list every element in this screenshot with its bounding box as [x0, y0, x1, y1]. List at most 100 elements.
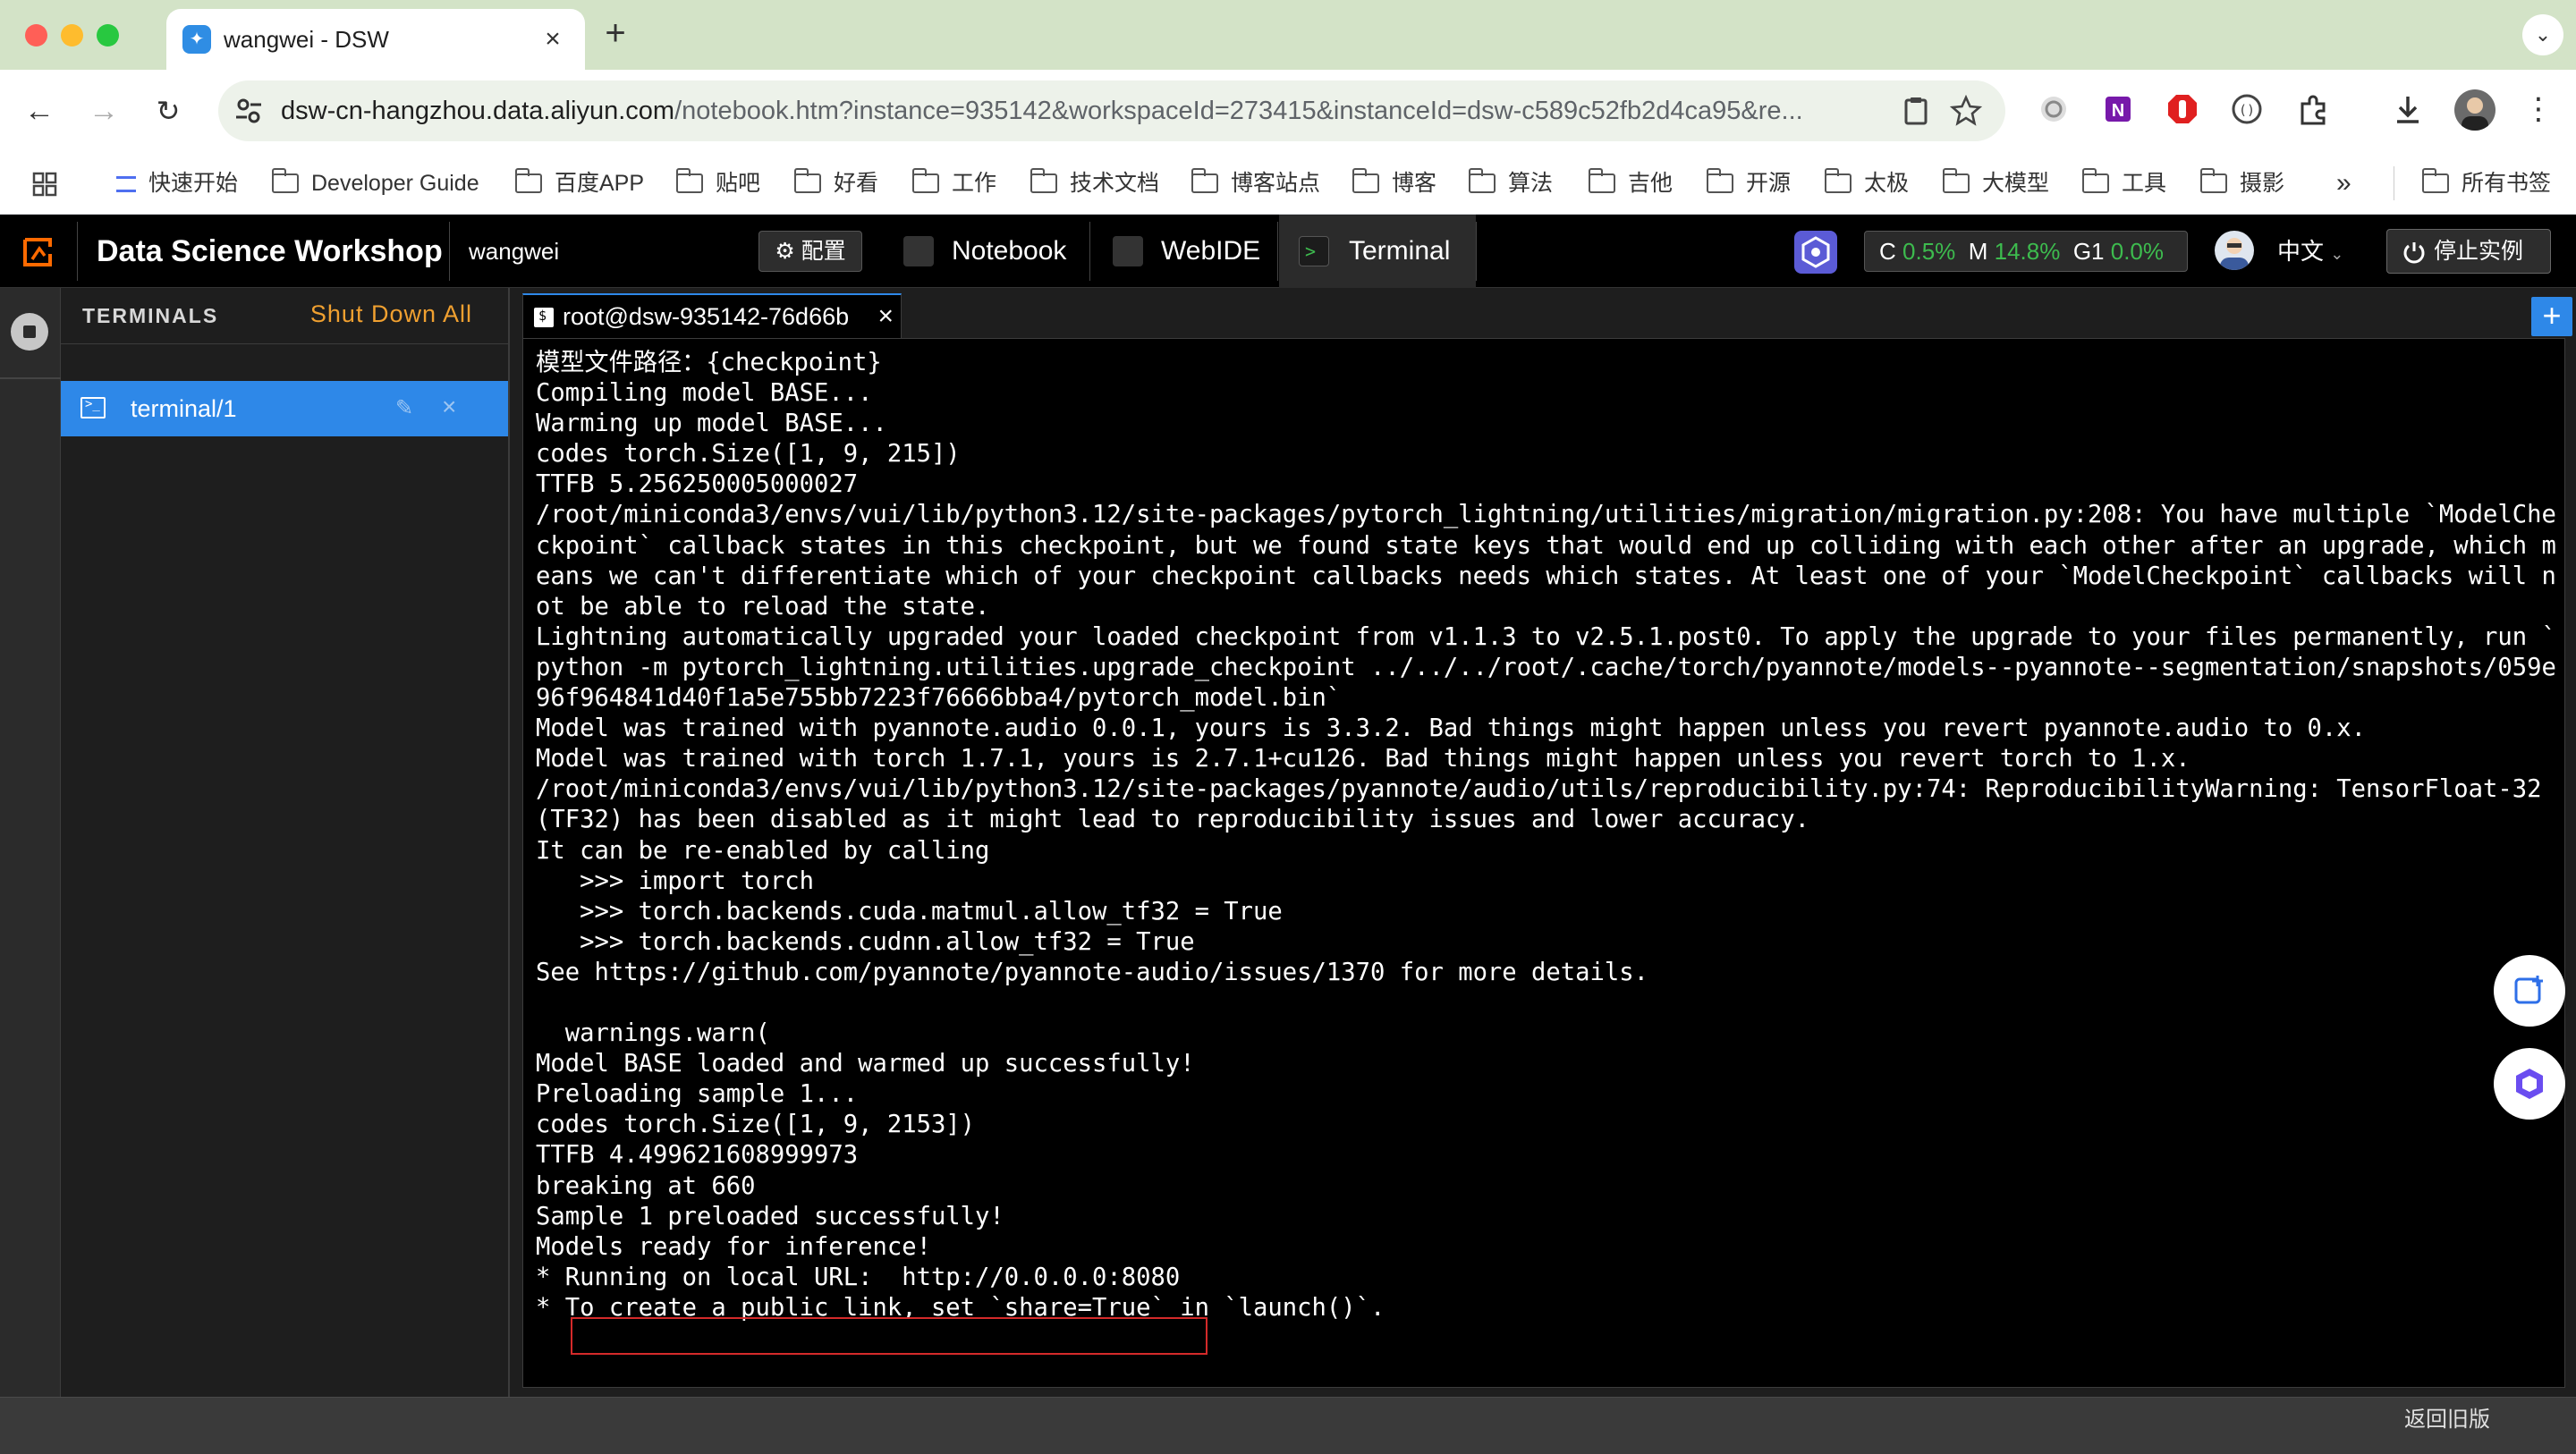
bookmark-folder[interactable]: 好看: [793, 152, 878, 215]
bookmark-folder[interactable]: 百度APP: [514, 152, 644, 215]
close-icon[interactable]: ×: [442, 394, 465, 419]
folder-icon: [514, 168, 542, 193]
folder-icon: [1468, 168, 1496, 193]
bookmark-folder[interactable]: 大模型: [1942, 152, 2049, 215]
terminal-output[interactable]: 模型文件路径：{checkpoint} Compiling model BASE…: [522, 338, 2565, 1388]
bookmark-folder[interactable]: 算法: [1468, 152, 1553, 215]
tab-webide[interactable]: WebIDE: [1091, 215, 1277, 288]
return-old-version-link[interactable]: 返回旧版: [2404, 1398, 2490, 1442]
resource-metrics[interactable]: C 0.5% M 14.8% G1 0.0%: [1864, 231, 2188, 272]
bookmark-folder[interactable]: 工具: [2081, 152, 2166, 215]
folder-icon: [793, 168, 821, 193]
activity-rail: [0, 288, 61, 1397]
bookmark-folder[interactable]: 摄影: [2199, 152, 2284, 215]
folder-icon: [1191, 168, 1218, 193]
header-divider: [1476, 222, 1477, 281]
window-minimize-button[interactable]: [61, 24, 83, 46]
more-bookmarks-chevron-icon[interactable]: »: [2336, 152, 2351, 215]
tab-search-button[interactable]: ⌄: [2522, 14, 2563, 55]
folder-icon: [271, 168, 299, 193]
site-settings-icon[interactable]: [231, 93, 267, 129]
url-text: dsw-cn-hangzhou.data.aliyun.com/notebook…: [281, 97, 1803, 125]
terminal-icon: >: [1299, 236, 1329, 266]
bookmark-folder[interactable]: 博客: [1352, 152, 1436, 215]
folder-icon: [1942, 168, 1970, 193]
close-icon[interactable]: ×: [877, 295, 894, 338]
ai-assistant-button[interactable]: [2494, 1048, 2565, 1120]
gear-icon: ⚙: [775, 239, 801, 264]
new-tab-button[interactable]: +: [597, 15, 633, 52]
bookmark-folder[interactable]: 太极: [1824, 152, 1909, 215]
webide-icon: [1113, 236, 1143, 266]
stop-instance-button[interactable]: 停止实例: [2386, 229, 2551, 274]
header-divider: [1089, 222, 1090, 281]
running-terminals-icon[interactable]: [11, 313, 48, 351]
address-bar[interactable]: dsw-cn-hangzhou.data.aliyun.com/notebook…: [218, 80, 2005, 141]
forward-button[interactable]: →: [82, 89, 125, 132]
terminal-workspace: root@dsw-935142-76d66b × + 模型文件路径：{check…: [512, 288, 2576, 1397]
onenote-extension-icon[interactable]: N: [2100, 91, 2136, 127]
bookmark-folder[interactable]: 工作: [911, 152, 996, 215]
ai-assistant-icon[interactable]: [1794, 231, 1837, 274]
terminal-tab-title: root@dsw-935142-76d66b: [563, 303, 850, 330]
user-avatar[interactable]: [2215, 231, 2254, 270]
terminal-tab-icon: [534, 308, 554, 327]
new-chat-button[interactable]: [2494, 955, 2565, 1027]
ai-cube-icon: [2516, 1069, 2543, 1099]
bookmark-folder[interactable]: 吉他: [1588, 152, 1673, 215]
shut-down-all-button[interactable]: Shut Down All: [310, 300, 472, 328]
clipboard-icon[interactable]: [1900, 95, 1932, 127]
adblock-extension-icon[interactable]: [2165, 91, 2200, 127]
language-switch[interactable]: 中文 ⌄: [2277, 215, 2343, 291]
folder-icon: [911, 168, 939, 193]
download-icon[interactable]: [2390, 91, 2426, 127]
terminal-icon: [80, 397, 106, 418]
bookmark-folder[interactable]: 博客站点: [1191, 152, 1320, 215]
sidebar-item-terminal-1[interactable]: terminal/1 ✎ ×: [61, 381, 508, 436]
bookmark-folder[interactable]: Developer Guide: [271, 152, 479, 215]
browser-menu-icon[interactable]: ⋮: [2521, 91, 2556, 131]
bookmark-folder[interactable]: 技术文档: [1030, 152, 1159, 215]
back-button[interactable]: ←: [18, 89, 61, 132]
power-icon: [2403, 242, 2425, 264]
bookmark-folder[interactable]: 开源: [1706, 152, 1791, 215]
code-extension-icon[interactable]: (): [2229, 91, 2265, 127]
dsw-header: Data Science Workshop wangwei ⚙ 配置 Noteb…: [0, 215, 2576, 288]
terminals-heading: TERMINALS: [82, 304, 219, 327]
terminal-tab[interactable]: root@dsw-935142-76d66b ×: [522, 293, 902, 338]
tab-close-icon[interactable]: ×: [538, 25, 567, 54]
browser-tab-strip: ✦ wangwei - DSW × + ⌄: [0, 0, 2576, 70]
tab-notebook[interactable]: Notebook: [891, 215, 1089, 288]
config-button[interactable]: ⚙ 配置: [758, 231, 862, 272]
extensions-puzzle-icon[interactable]: [2295, 91, 2331, 127]
workspace-user: wangwei: [469, 238, 560, 265]
rename-icon[interactable]: ✎: [395, 397, 419, 420]
dsw-logo-icon[interactable]: [18, 232, 57, 272]
bookmark-star-icon[interactable]: [1950, 95, 1982, 127]
folder-icon: [2081, 168, 2109, 193]
chevron-down-icon: ⌄: [2330, 245, 2344, 263]
profile-avatar[interactable]: [2454, 89, 2496, 131]
tab-terminal[interactable]: > Terminal: [1279, 215, 1476, 288]
folder-icon: [1824, 168, 1852, 193]
folder-icon: [1030, 168, 1057, 193]
folder-icon: [1588, 168, 1615, 193]
rail-divider: [0, 377, 61, 379]
window-close-button[interactable]: [25, 24, 47, 46]
browser-tab-active[interactable]: ✦ wangwei - DSW ×: [166, 9, 585, 70]
terminals-panel: TERMINALS Shut Down All terminal/1 ✎ ×: [61, 288, 510, 1397]
panel-divider: [61, 343, 508, 344]
extension-translate-icon[interactable]: [2036, 91, 2072, 127]
window-zoom-button[interactable]: [97, 24, 119, 46]
add-terminal-button[interactable]: +: [2531, 297, 2572, 336]
folder-icon: [1706, 168, 1733, 193]
svg-text:(): (): [2239, 102, 2255, 118]
bookmark-quickstart[interactable]: 快速开始: [116, 152, 238, 215]
dsw-favicon-icon: ✦: [182, 25, 211, 54]
all-bookmarks-folder[interactable]: 所有书签: [2421, 152, 2551, 215]
reload-button[interactable]: ↻: [147, 89, 190, 132]
notebook-icon: [903, 236, 934, 266]
bookmark-folder[interactable]: 贴吧: [675, 152, 760, 215]
folder-icon: [2421, 168, 2449, 193]
apps-grid-icon[interactable]: [32, 172, 57, 197]
